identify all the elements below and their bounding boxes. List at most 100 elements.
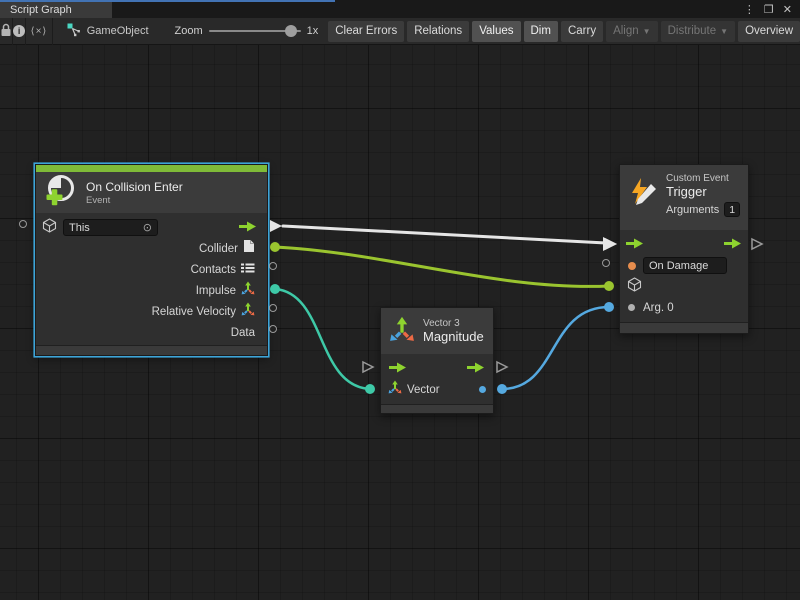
event-name-field[interactable]: On Damage	[643, 257, 727, 274]
node-custom-event-trigger[interactable]: Custom Event Trigger Arguments 1	[619, 164, 749, 334]
node-title: Magnitude	[423, 329, 484, 344]
flow-arrow-icon	[724, 236, 742, 254]
info-icon: i	[13, 25, 25, 37]
node-footer	[36, 345, 267, 355]
flow-arrow-icon	[467, 360, 485, 378]
edit-graph-button[interactable]: ⟨×⟩	[26, 18, 53, 45]
toolbar: i ⟨×⟩ GameObject Zoom 1x Clear Errors Re…	[0, 18, 800, 45]
carry-button[interactable]: Carry	[561, 21, 603, 42]
node-category: Custom Event	[666, 173, 740, 184]
node-header[interactable]: On Collision Enter Event	[36, 172, 267, 213]
zoom-slider[interactable]	[209, 30, 301, 32]
arg0-row: Arg. 0	[620, 297, 748, 318]
event-name-row: On Damage	[620, 255, 748, 276]
port-impulse-output[interactable]	[270, 284, 280, 294]
port-event-name-input[interactable]	[602, 259, 610, 267]
node-on-collision-enter[interactable]: On Collision Enter Event This ⊙	[35, 164, 268, 356]
wire-collider[interactable]	[275, 247, 609, 286]
zoom-slider-handle[interactable]	[285, 25, 297, 37]
zoom-label: Zoom	[175, 25, 203, 37]
node-title: On Collision Enter	[86, 180, 183, 194]
object-picker-icon[interactable]: ⊙	[143, 221, 152, 234]
port-relative-velocity-output[interactable]	[269, 304, 277, 312]
window-menu-icon[interactable]: ⋮	[744, 3, 755, 16]
overview-button[interactable]: Overview	[738, 21, 800, 42]
node-magnitude[interactable]: Vector 3 Magnitude	[380, 307, 494, 414]
graph-context[interactable]: GameObject	[67, 23, 149, 40]
output-row-collider: Collider	[36, 238, 267, 259]
target-field[interactable]: This ⊙	[63, 219, 158, 236]
node-title: Trigger	[666, 184, 740, 199]
output-row-impulse: Impulse	[36, 280, 267, 301]
titlebar: Script Graph ⋮ ❐ ✕	[0, 0, 800, 18]
vector3-icon	[388, 380, 402, 399]
flow-arrow-icon	[239, 219, 257, 237]
zoom-value: 1x	[307, 25, 319, 37]
wire-flow[interactable]	[283, 226, 606, 243]
relations-button[interactable]: Relations	[407, 21, 469, 42]
tab-script-graph[interactable]: Script Graph	[0, 2, 112, 18]
output-row-data: Data	[36, 322, 267, 343]
node-header[interactable]: Custom Event Trigger Arguments 1	[620, 165, 748, 230]
vector3-icon	[241, 281, 255, 300]
vector-input-row: Vector	[381, 379, 493, 400]
vector3-icon	[389, 316, 415, 347]
close-icon[interactable]: ✕	[783, 3, 792, 16]
lock-icon	[0, 23, 12, 40]
context-label: GameObject	[87, 25, 149, 37]
script-graph-window: Script Graph ⋮ ❐ ✕ i ⟨×⟩ GameObject Zoom	[0, 0, 800, 600]
custom-event-icon	[628, 177, 658, 212]
code-icon: ⟨×⟩	[31, 26, 48, 37]
port-trigger-flow-output[interactable]	[750, 237, 764, 251]
wire-impulse[interactable]	[275, 289, 370, 389]
output-row-contacts: Contacts	[36, 259, 267, 280]
align-button[interactable]: Align▼	[606, 21, 658, 42]
clear-errors-button[interactable]: Clear Errors	[328, 21, 404, 42]
node-header[interactable]: Vector 3 Magnitude	[381, 308, 493, 354]
flow-arrow-icon	[626, 236, 644, 254]
node-footer	[381, 404, 493, 413]
node-category: Vector 3	[423, 318, 484, 329]
flow-arrow-icon	[389, 360, 407, 378]
target-row	[620, 276, 748, 297]
wire-magnitude[interactable]	[502, 307, 609, 389]
info-button[interactable]: i	[13, 18, 26, 45]
graph-icon	[67, 23, 81, 40]
port-magnitude-flow-input[interactable]	[361, 360, 375, 374]
list-icon	[241, 261, 255, 279]
flow-row	[381, 358, 493, 379]
vector3-icon	[241, 302, 255, 321]
flow-row	[620, 234, 748, 255]
event-add-icon	[44, 173, 78, 212]
port-magnitude-flow-output[interactable]	[495, 360, 509, 374]
target-row: This ⊙	[36, 217, 267, 238]
dim-button[interactable]: Dim	[524, 21, 558, 42]
lock-button[interactable]	[0, 18, 13, 45]
port-magnitude-output[interactable]	[497, 384, 507, 394]
chevron-down-icon: ▼	[720, 27, 728, 36]
port-flow-output[interactable]	[269, 219, 283, 233]
port-collider-output[interactable]	[270, 242, 280, 252]
arguments-label: Arguments	[666, 204, 719, 216]
port-vector-input[interactable]	[365, 384, 375, 394]
chevron-down-icon: ▼	[643, 27, 651, 36]
string-input-dot	[628, 262, 636, 270]
port-trigger-flow-input[interactable]	[604, 237, 618, 251]
distribute-button[interactable]: Distribute▼	[661, 21, 736, 42]
node-subtitle: Event	[86, 195, 183, 206]
graph-canvas[interactable]: On Collision Enter Event This ⊙	[0, 45, 800, 600]
maximize-icon[interactable]: ❐	[764, 3, 774, 16]
cube-icon	[627, 277, 642, 297]
port-data-output[interactable]	[269, 325, 277, 333]
port-contacts-output[interactable]	[269, 262, 277, 270]
port-arg0-input[interactable]	[604, 302, 614, 312]
arg0-input-dot	[628, 304, 635, 311]
cube-icon	[42, 218, 57, 238]
collider-doc-icon	[243, 239, 255, 258]
values-button[interactable]: Values	[472, 21, 520, 42]
port-trigger-target-input[interactable]	[604, 281, 614, 291]
arguments-count-field[interactable]: 1	[724, 202, 740, 217]
output-row-relative-velocity: Relative Velocity	[36, 301, 267, 322]
port-this-input[interactable]	[19, 220, 27, 228]
float-output-dot	[479, 386, 486, 393]
